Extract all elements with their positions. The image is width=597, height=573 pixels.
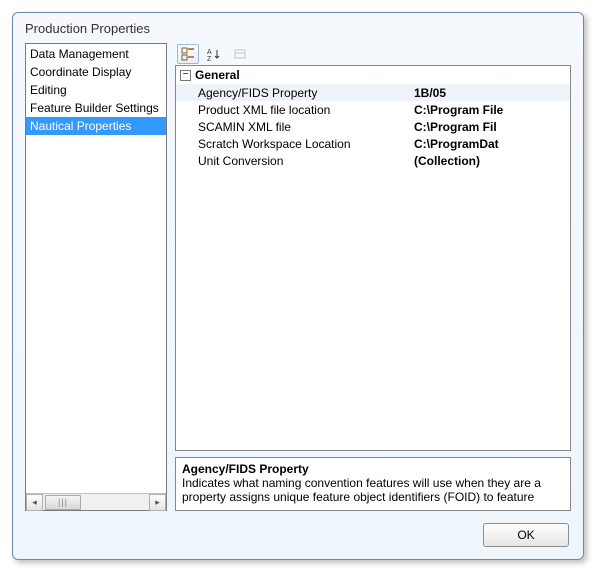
ok-button[interactable]: OK	[483, 523, 569, 547]
property-value[interactable]: C:\Program Fil	[414, 120, 570, 134]
description-panel: Agency/FIDS Property Indicates what nami…	[175, 457, 571, 511]
property-panel: A Z − General Age	[175, 43, 571, 511]
svg-text:Z: Z	[207, 56, 212, 61]
svg-text:A: A	[207, 49, 212, 56]
property-row-scratch-workspace[interactable]: Scratch Workspace Location C:\ProgramDat	[176, 135, 570, 152]
nav-horizontal-scrollbar[interactable]: ◂ ||| ▸	[26, 493, 166, 510]
nav-item-data-management[interactable]: Data Management	[26, 45, 166, 63]
property-row-scamin-xml[interactable]: SCAMIN XML file C:\Program Fil	[176, 118, 570, 135]
property-name: Scratch Workspace Location	[198, 137, 414, 151]
property-row-unit-conversion[interactable]: Unit Conversion (Collection)	[176, 152, 570, 169]
category-label: General	[195, 68, 240, 82]
property-value[interactable]: 1B/05	[414, 86, 570, 100]
property-value[interactable]: C:\Program File	[414, 103, 570, 117]
property-name: Agency/FIDS Property	[198, 86, 414, 100]
property-value[interactable]: (Collection)	[414, 154, 570, 168]
category-row-general[interactable]: − General	[176, 66, 570, 84]
property-row-product-xml[interactable]: Product XML file location C:\Program Fil…	[176, 101, 570, 118]
property-toolbar: A Z	[175, 43, 571, 65]
property-grid: − General Agency/FIDS Property 1B/05 Pro…	[175, 65, 571, 451]
nav-item-feature-builder[interactable]: Feature Builder Settings	[26, 99, 166, 117]
categorized-button[interactable]	[177, 44, 199, 64]
production-properties-dialog: Production Properties Data Management Co…	[12, 12, 584, 560]
category-list: Data Management Coordinate Display Editi…	[26, 44, 166, 493]
description-title: Agency/FIDS Property	[182, 462, 564, 476]
nav-item-nautical-properties[interactable]: Nautical Properties	[26, 117, 166, 135]
collapse-icon[interactable]: −	[180, 70, 191, 81]
property-row-agency-fids[interactable]: Agency/FIDS Property 1B/05	[176, 84, 570, 101]
property-pages-icon	[233, 47, 247, 61]
description-body: Indicates what naming convention feature…	[182, 476, 564, 504]
nav-item-editing[interactable]: Editing	[26, 81, 166, 99]
nav-item-coordinate-display[interactable]: Coordinate Display	[26, 63, 166, 81]
property-pages-button	[229, 44, 251, 64]
categorized-icon	[181, 47, 195, 61]
scroll-left-button[interactable]: ◂	[26, 494, 43, 511]
property-name: Product XML file location	[198, 103, 414, 117]
dialog-title: Production Properties	[13, 13, 583, 42]
dialog-content: Data Management Coordinate Display Editi…	[25, 43, 571, 511]
dialog-buttons: OK	[483, 523, 569, 547]
scroll-right-button[interactable]: ▸	[149, 494, 166, 511]
property-name: SCAMIN XML file	[198, 120, 414, 134]
scroll-thumb[interactable]: |||	[45, 495, 81, 510]
property-value[interactable]: C:\ProgramDat	[414, 137, 570, 151]
category-nav: Data Management Coordinate Display Editi…	[25, 43, 167, 511]
property-name: Unit Conversion	[198, 154, 414, 168]
alphabetical-button[interactable]: A Z	[203, 44, 225, 64]
alphabetical-icon: A Z	[207, 47, 221, 61]
